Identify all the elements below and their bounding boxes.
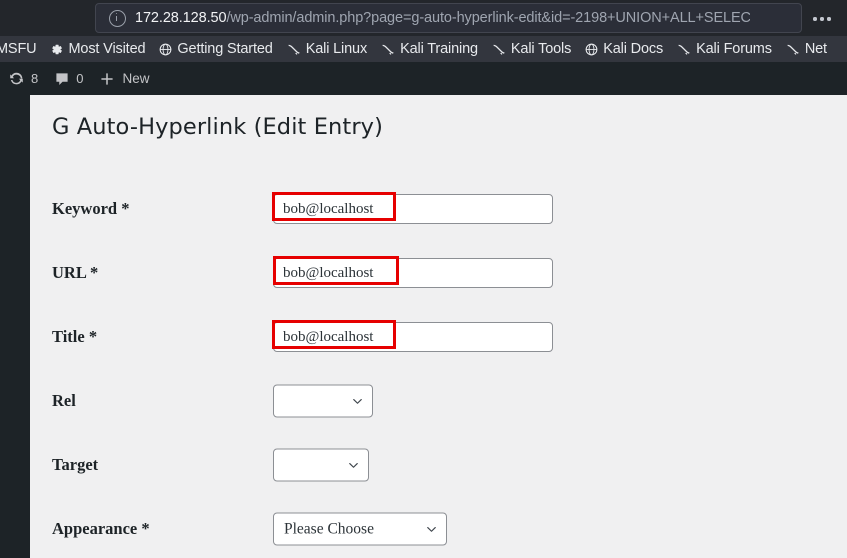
keyword-input[interactable] [273,194,553,224]
bookmark-msfu[interactable]: MSFU [0,38,43,60]
bookmark-getting-started[interactable]: Getting Started [152,38,279,60]
form-row-appearance: Appearance * Please Choose [30,497,847,558]
update-icon [8,70,25,87]
info-circle-icon[interactable] [109,9,126,27]
comment-bubble-icon [54,71,70,87]
target-select[interactable] [273,448,369,482]
browser-window: 172.28.128.50/wp-admin/admin.php?page=g-… [0,0,847,558]
bookmark-label: Kali Docs [603,41,664,57]
label-appearance: Appearance * [52,519,150,538]
bookmark-netcat[interactable]: Net [779,38,834,60]
url-path: /wp-admin/admin.php?page=g-auto-hyperlin… [226,10,750,26]
field-rel [273,384,373,418]
new-label: New [122,71,150,86]
bookmark-kali-training[interactable]: Kali Training [374,38,485,60]
edit-entry-form: Keyword * URL * Title * [30,177,847,558]
menu-dot [827,17,831,21]
bookmark-label: Getting Started [177,41,273,57]
label-url: URL * [52,263,99,282]
field-url [273,258,553,288]
bookmark-most-visited[interactable]: Most Visited [43,38,152,60]
adminbar-new[interactable]: New [91,62,157,95]
url-input[interactable] [273,258,553,288]
rel-select[interactable] [273,384,373,418]
rel-select-wrap [273,384,373,418]
gear-icon [50,43,63,56]
overflow-menu-icon[interactable] [807,10,837,28]
url-host: 172.28.128.50 [135,10,227,26]
field-title [273,322,553,352]
label-rel: Rel [52,391,76,410]
form-row-url: URL * [30,241,847,305]
target-select-wrap [273,448,369,482]
kali-dragon-icon [381,43,395,56]
kali-dragon-icon [492,43,506,56]
kali-dragon-icon [287,43,301,56]
field-target [273,448,369,482]
bookmark-kali-docs[interactable]: Kali Docs [578,38,670,60]
field-keyword [273,194,553,224]
bookmark-label: Kali Training [400,41,478,57]
globe-icon [585,43,598,56]
globe-icon [159,43,172,56]
form-row-target: Target [30,433,847,497]
main-content: G Auto-Hyperlink (Edit Entry) Keyword * … [30,95,847,558]
browser-toolbar: 172.28.128.50/wp-admin/admin.php?page=g-… [0,0,847,36]
bookmark-label: Most Visited [68,41,146,57]
label-title: Title * [52,327,98,346]
kali-dragon-icon [786,43,800,56]
bookmark-kali-linux[interactable]: Kali Linux [280,38,374,60]
bookmark-label: Net [804,41,827,57]
menu-dot [820,17,824,21]
wp-admin-sidebar[interactable] [0,95,30,558]
address-bar-text: 172.28.128.50/wp-admin/admin.php?page=g-… [135,10,750,26]
form-row-keyword: Keyword * [30,177,847,241]
wp-admin-bar: 8 0 New [0,62,847,95]
form-row-title: Title * [30,305,847,369]
page-title: G Auto-Hyperlink (Edit Entry) [52,114,383,140]
menu-dot [813,17,817,21]
kali-dragon-icon [677,43,691,56]
comments-count: 0 [76,71,84,86]
bookmark-kali-forums[interactable]: Kali Forums [670,38,779,60]
label-target: Target [52,455,99,474]
bookmark-label: Kali Linux [305,41,368,57]
bookmark-label: Kali Forums [696,41,772,57]
adminbar-comments[interactable]: 0 [46,62,91,95]
adminbar-updates[interactable]: 8 [0,62,46,95]
form-row-rel: Rel [30,369,847,433]
field-appearance: Please Choose [273,512,447,546]
title-input[interactable] [273,322,553,352]
bookmark-label: Kali Tools [510,41,572,57]
label-keyword: Keyword * [52,199,130,218]
appearance-select[interactable]: Please Choose [273,512,447,546]
bookmark-label: MSFU [0,41,37,57]
bookmark-kali-tools[interactable]: Kali Tools [485,38,578,60]
appearance-select-wrap: Please Choose [273,512,447,546]
updates-count: 8 [31,71,39,86]
address-bar[interactable]: 172.28.128.50/wp-admin/admin.php?page=g-… [95,3,802,33]
bookmarks-bar: MSFU Most Visited Getting Started Kali L… [0,36,847,62]
plus-icon [99,71,115,87]
